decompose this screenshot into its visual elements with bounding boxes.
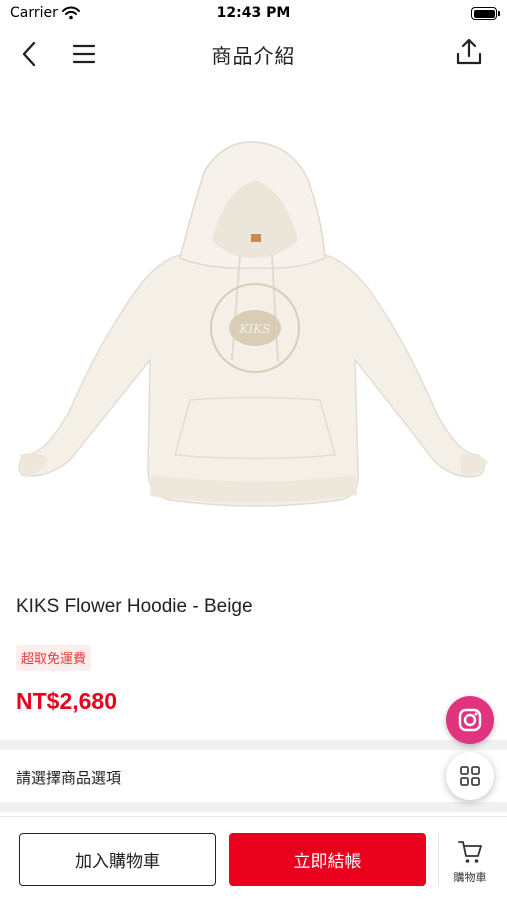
clock: 12:43 PM (216, 5, 291, 21)
divider (438, 833, 439, 886)
battery-icon (471, 7, 500, 20)
cart-button[interactable]: 購物車 (440, 833, 500, 886)
free-shipping-badge: 超取免運費 (16, 645, 92, 671)
section-divider (0, 740, 507, 750)
page-title: 商品介紹 (211, 44, 296, 68)
buy-now-button[interactable]: 立即結帳 (229, 833, 426, 886)
product-price: NT$2,680 (16, 688, 118, 714)
status-bar: Carrier 12:43 PM (0, 0, 507, 28)
instagram-button[interactable] (446, 696, 494, 744)
product-image[interactable]: KIKS (0, 110, 507, 560)
share-icon (456, 38, 482, 65)
hoodie-print-text: KIKS (239, 322, 271, 336)
cart-icon (458, 841, 482, 863)
hoodie-illustration: KIKS (18, 141, 488, 507)
bottom-action-bar: 加入購物車 立即結帳 購物車 (0, 816, 507, 900)
share-button[interactable] (453, 36, 485, 68)
instagram-icon (458, 708, 482, 732)
product-name: KIKS Flower Hoodie - Beige (16, 596, 253, 617)
cart-label: 購物車 (453, 871, 487, 884)
grid-icon (460, 766, 480, 786)
add-to-cart-button[interactable]: 加入購物車 (19, 833, 216, 886)
section-divider (0, 802, 507, 812)
options-label: 請選擇商品選項 (16, 769, 122, 787)
grid-menu-button[interactable] (446, 752, 494, 800)
navigation-bar: 商品介紹 (0, 28, 507, 78)
product-options-row[interactable]: 請選擇商品選項 (0, 750, 507, 802)
